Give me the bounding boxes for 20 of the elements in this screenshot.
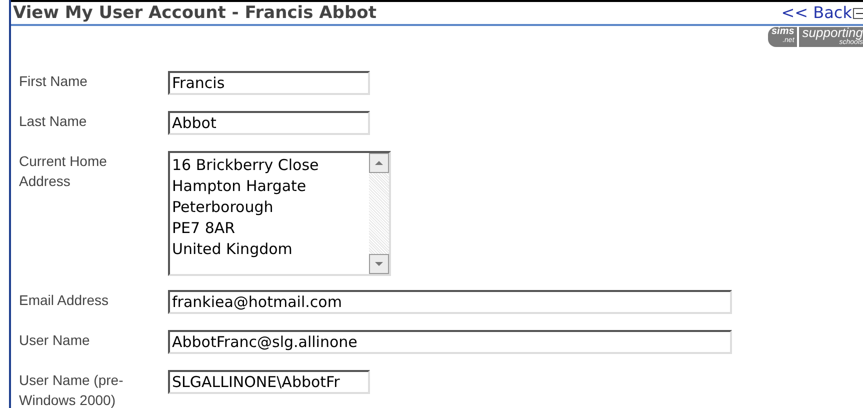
text-field[interactable]: Abbot — [168, 111, 370, 135]
collapse-icon[interactable] — [853, 7, 863, 19]
field-label: User Name — [19, 331, 91, 350]
page-title: View My User Account - Francis Abbot — [13, 2, 376, 24]
text-field[interactable]: Francis — [168, 71, 370, 95]
scrollbar[interactable] — [369, 153, 389, 274]
field-label: Current Home Address — [19, 152, 108, 191]
logo-text: sims — [771, 27, 794, 36]
back-link[interactable]: << Back — [781, 4, 852, 22]
field-label: User Name (pre-Windows 2000) — [19, 371, 124, 408]
scroll-down-icon[interactable] — [369, 254, 389, 274]
field-label: Email Address — [19, 291, 110, 310]
address-field[interactable]: 16 Brickberry Close Hampton Hargate Peterborough PE7 8AR United Kingdom — [168, 151, 391, 276]
logo-text: supporting — [802, 27, 863, 38]
scroll-up-icon[interactable] — [369, 153, 389, 173]
text-field[interactable]: SLGALLINONE\AbbotFr — [168, 370, 370, 394]
field-label: First Name — [19, 72, 88, 91]
text-field[interactable]: frankiea@hotmail.com — [168, 290, 732, 314]
text-field[interactable]: AbbotFranc@slg.allinone — [168, 330, 732, 354]
field-label: Last Name — [19, 112, 88, 131]
